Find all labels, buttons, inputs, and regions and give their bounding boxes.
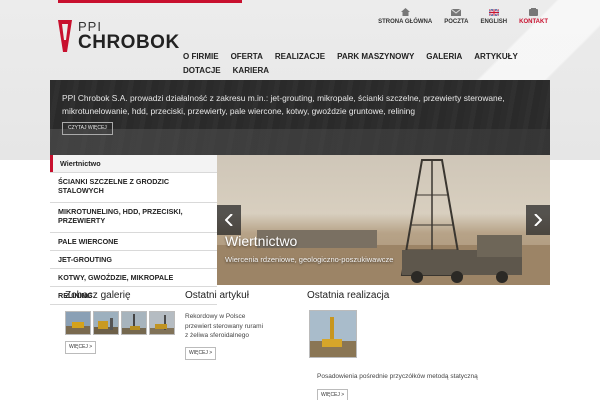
chevron-left-icon bbox=[225, 214, 233, 226]
gallery-thumbnails bbox=[65, 311, 185, 335]
logo-text: PPI CHROBOK bbox=[78, 20, 180, 52]
nav-park-maszynowy[interactable]: PARK MASZYNOWY bbox=[337, 52, 414, 62]
chevron-right-icon bbox=[534, 214, 542, 226]
util-contact-label: KONTAKT bbox=[519, 19, 548, 25]
gallery-column: Zobacz galerię WIĘCEJ > bbox=[65, 290, 185, 354]
nav-dotacje[interactable]: DOTACJE bbox=[183, 66, 221, 76]
gallery-thumbnail[interactable] bbox=[65, 311, 91, 335]
logo-line-2: CHROBOK bbox=[78, 32, 180, 53]
article-column: Ostatni artykuł Rekordowy w Polsce przew… bbox=[185, 290, 305, 360]
gallery-thumbnail[interactable] bbox=[93, 311, 119, 335]
main-nav: O FIRMIE OFERTA REALIZACJE PARK MASZYNOW… bbox=[183, 52, 543, 76]
article-text[interactable]: Rekordowy w Polsce przewiert sterowany r… bbox=[185, 312, 265, 341]
article-title: Ostatni artykuł bbox=[185, 290, 249, 301]
mail-icon bbox=[451, 8, 462, 16]
sidebar-item-pale[interactable]: PALE WIERCONE bbox=[50, 233, 217, 251]
gallery-more-button[interactable]: WIĘCEJ > bbox=[65, 341, 97, 354]
home-icon bbox=[400, 8, 410, 16]
sidebar-item-kotwy[interactable]: KOTWY, GWOŹDZIE, MIKROPALE bbox=[50, 269, 217, 287]
article-more-button[interactable]: WIĘCEJ > bbox=[185, 346, 217, 360]
slide-prev-button[interactable] bbox=[217, 205, 241, 235]
sidebar-item-wiertnictwo[interactable]: Wiertnictwo bbox=[50, 155, 217, 173]
uk-flag-icon bbox=[488, 8, 499, 16]
banner-image bbox=[50, 129, 550, 155]
nav-galeria[interactable]: GALERIA bbox=[426, 52, 462, 62]
util-mail-link[interactable]: POCZTA bbox=[444, 8, 468, 25]
intro-banner: PPI Chrobok S.A. prowadzi działalność z … bbox=[50, 80, 550, 155]
banner-text: PPI Chrobok S.A. prowadzi działalność z … bbox=[62, 93, 505, 116]
nav-oferta[interactable]: OFERTA bbox=[231, 52, 263, 62]
sidebar-item-scianki[interactable]: ŚCIANKI SZCZELNE Z GRODZIC STALOWYCH bbox=[50, 173, 217, 203]
company-logo[interactable]: PPI CHROBOK bbox=[58, 18, 188, 54]
top-accent-line bbox=[58, 0, 242, 3]
nav-o-firmie[interactable]: O FIRMIE bbox=[183, 52, 219, 62]
util-mail-label: POCZTA bbox=[444, 19, 469, 25]
offer-sidebar: Wiertnictwo ŚCIANKI SZCZELNE Z GRODZIC S… bbox=[50, 155, 217, 305]
nav-artykuly[interactable]: ARTYKUŁY bbox=[474, 52, 518, 62]
utility-nav: STRONA GŁÓWNA POCZTA ENGLISH KONTAKT bbox=[378, 8, 548, 25]
util-english-link[interactable]: ENGLISH bbox=[480, 8, 507, 25]
slide-caption: Wiertnictwo Wiercenia rdzeniowe, geologi… bbox=[225, 233, 393, 264]
contact-icon bbox=[529, 8, 539, 16]
read-more-button[interactable]: CZYTAJ WIĘCEJ bbox=[62, 122, 113, 135]
realization-text[interactable]: Posadowienia pośrednie przyczółków metod… bbox=[317, 372, 550, 381]
nav-realizacje[interactable]: REALIZACJE bbox=[275, 52, 325, 62]
gallery-thumbnail[interactable] bbox=[121, 311, 147, 335]
util-english-label: ENGLISH bbox=[480, 19, 508, 25]
util-contact-link[interactable]: KONTAKT bbox=[519, 8, 548, 25]
nav-kariera[interactable]: KARIERA bbox=[233, 66, 269, 76]
gallery-thumbnail[interactable] bbox=[149, 311, 175, 335]
util-home-label: STRONA GŁÓWNA bbox=[378, 19, 433, 25]
slide-subtitle: Wiercenia rdzeniowe, geologiczno-poszuki… bbox=[225, 255, 394, 264]
sidebar-item-mikrotuneling[interactable]: MIKROTUNELING, HDD, PRZECISKI, PRZEWIERT… bbox=[50, 203, 217, 233]
sidebar-item-jet-grouting[interactable]: JET-GROUTING bbox=[50, 251, 217, 269]
bottom-section: Zobacz galerię WIĘCEJ > Ostatni artykuł … bbox=[50, 290, 550, 400]
slide-next-button[interactable] bbox=[526, 205, 550, 235]
slide-title: Wiertnictwo bbox=[225, 233, 298, 249]
realization-column: Ostatnia realizacja Posadowienia pośredn… bbox=[307, 290, 550, 400]
image-slider: Wiertnictwo Wiercenia rdzeniowe, geologi… bbox=[217, 155, 550, 285]
slide-image bbox=[217, 159, 550, 285]
logo-mark-icon bbox=[58, 20, 72, 52]
util-home-link[interactable]: STRONA GŁÓWNA bbox=[378, 8, 432, 25]
realization-more-button[interactable]: WIĘCEJ > bbox=[317, 389, 349, 400]
realization-thumbnail[interactable] bbox=[309, 310, 357, 358]
gallery-title: Zobacz galerię bbox=[65, 290, 131, 301]
realization-title: Ostatnia realizacja bbox=[307, 290, 390, 301]
